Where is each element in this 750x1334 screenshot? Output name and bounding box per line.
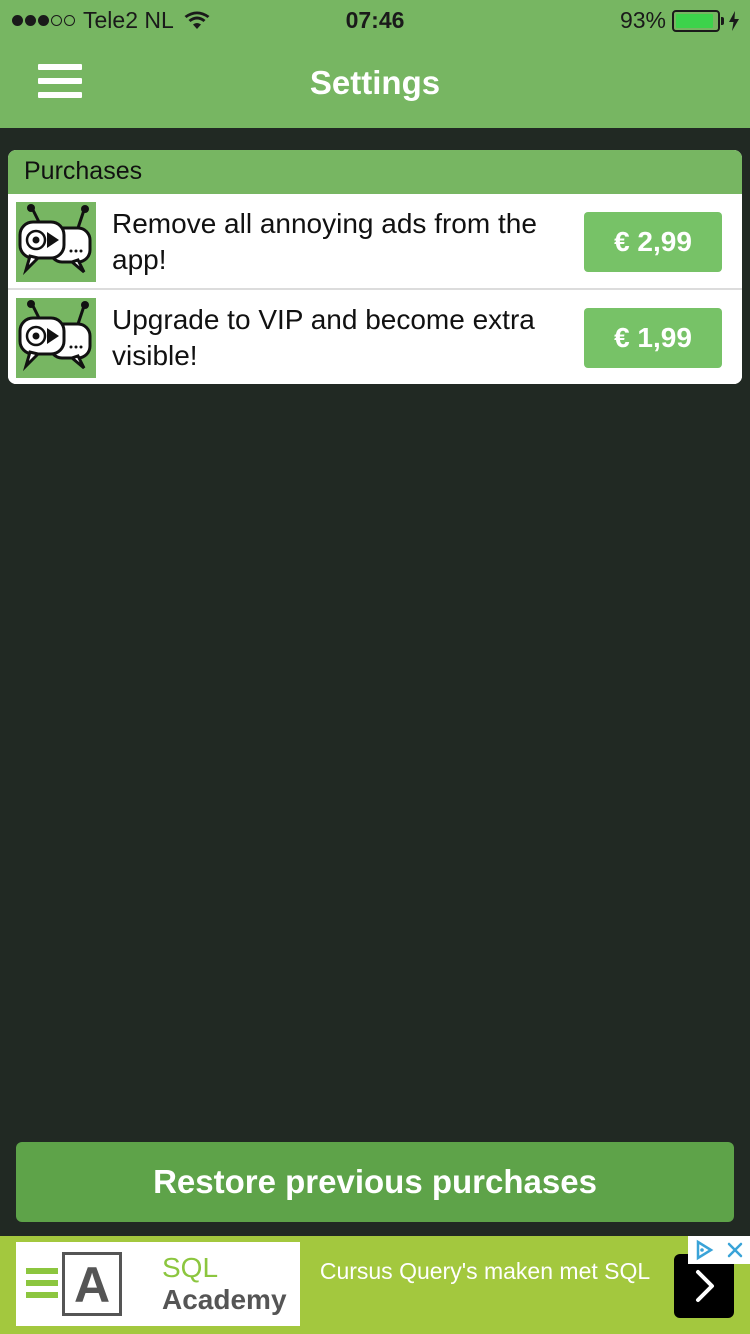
football-tv-chat-app-icon [16,298,96,378]
restore-purchases-button[interactable]: Restore previous purchases [16,1142,734,1222]
battery-percentage: 93% [619,7,666,33]
page-title: Settings [309,64,441,101]
ad-brand-line1: SQL [162,1252,219,1283]
charging-bolt-icon [729,10,739,31]
purchase-item-label: Remove all annoying ads from the app! [112,208,537,275]
football-tv-chat-app-icon [16,202,96,282]
purchase-item-remove-ads: Remove all annoying ads from the app! € … [8,194,742,290]
status-bar: Tele2 NL 07:46 93% [0,0,750,40]
buy-remove-ads-button[interactable]: € 2,99 [584,212,722,272]
ad-text: Cursus Query's maken met SQL [319,1258,651,1284]
purchase-item-vip: Upgrade to VIP and become extra visible!… [8,290,742,384]
status-right: 93% [620,7,740,34]
purchases-card: Purchases Remove all annoying ads from t… [8,150,742,384]
buy-vip-button[interactable]: € 1,99 [584,308,722,368]
battery-fill [676,13,714,28]
ad-choices-icon[interactable] [693,1239,715,1261]
battery-icon [672,9,724,32]
ad-choices-bar[interactable] [688,1236,750,1264]
purchases-section-header: Purchases [8,150,742,194]
ad-brand-line2: Academy [162,1284,287,1315]
purchase-item-label: Upgrade to VIP and become extra visible! [112,304,535,371]
ad-logo-letter: A [62,1252,122,1316]
ad-logo: A SQL Academy [16,1242,300,1326]
ad-banner[interactable]: A SQL Academy Cursus Query's maken met S… [0,1236,750,1334]
ad-menu-lines-icon [26,1268,58,1304]
ad-brand-name: SQL Academy [162,1252,287,1316]
app-header: Tele2 NL 07:46 93% Settings [0,0,750,128]
close-icon[interactable] [725,1240,745,1260]
nav-bar: Settings [0,40,750,128]
